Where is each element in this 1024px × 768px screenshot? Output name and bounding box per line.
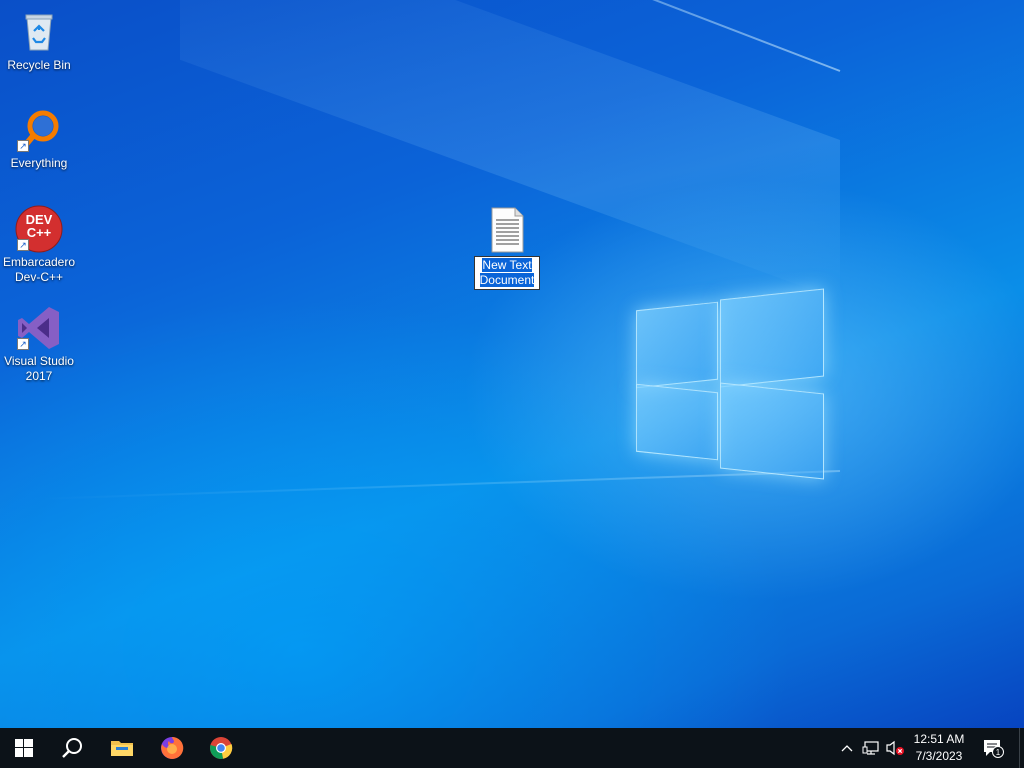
tray-overflow-button[interactable] — [838, 728, 856, 768]
shortcut-arrow-icon: ↗ — [17, 239, 29, 251]
recycle-bin-icon — [15, 8, 63, 56]
desktop-icon-dev-cpp[interactable]: DEV C++ ↗ Embarcadero Dev-C++ — [1, 205, 77, 285]
action-center-button[interactable]: 1 — [978, 728, 1008, 768]
windows-wallpaper-logo — [636, 288, 824, 480]
network-icon — [862, 741, 879, 755]
shortcut-arrow-icon: ↗ — [17, 338, 29, 350]
rename-text-field[interactable]: New Text Document — [474, 256, 540, 290]
start-button[interactable] — [0, 728, 48, 768]
visual-studio-icon: ↗ — [15, 304, 63, 352]
file-explorer-icon — [111, 741, 133, 756]
clock-time: 12:51 AM — [913, 732, 965, 746]
tray-clock[interactable]: 12:51 AM 7/3/2023 — [906, 731, 972, 765]
windows-start-icon — [15, 739, 33, 757]
desktop-icon-everything[interactable]: ↗ Everything — [1, 106, 77, 171]
everything-search-icon: ↗ — [15, 106, 63, 154]
desktop[interactable]: Recycle Bin ↗ Everything DEV C++ ↗ Embar… — [0, 0, 1024, 728]
taskbar-firefox-button[interactable] — [148, 728, 196, 768]
volume-muted-icon — [886, 740, 904, 756]
taskbar-file-explorer-button[interactable] — [98, 728, 146, 768]
dev-cpp-logo-text: DEV C++ — [25, 212, 53, 240]
clock-date: 7/3/2023 — [915, 749, 963, 763]
search-icon — [62, 738, 82, 758]
firefox-icon — [161, 736, 184, 759]
desktop-icon-label: Recycle Bin — [7, 58, 71, 72]
desktop-icon-label: Embarcadero Dev-C++ — [2, 255, 76, 284]
desktop-icon-label: Visual Studio 2017 — [4, 354, 74, 383]
desktop-icon-new-text-document[interactable]: New Text Document — [469, 206, 545, 290]
chrome-icon — [210, 737, 233, 759]
desktop-icon-recycle-bin[interactable]: Recycle Bin — [1, 8, 77, 73]
rename-text-selection: New Text Document — [479, 258, 535, 287]
chevron-up-icon — [841, 745, 853, 752]
desktop-icon-label: Everything — [10, 156, 68, 170]
search-button[interactable] — [48, 728, 96, 768]
notification-icon: 1 — [984, 740, 1004, 758]
tray-network-button[interactable] — [860, 728, 882, 768]
tray-volume-button[interactable] — [884, 728, 906, 768]
text-document-icon — [483, 206, 531, 254]
show-desktop-button[interactable] — [1019, 728, 1024, 768]
taskbar-chrome-button[interactable] — [197, 728, 245, 768]
notification-count: 1 — [996, 748, 1001, 757]
desktop-icon-visual-studio[interactable]: ↗ Visual Studio 2017 — [1, 304, 77, 384]
taskbar: 12:51 AM 7/3/2023 1 — [0, 728, 1024, 768]
shortcut-arrow-icon: ↗ — [17, 140, 29, 152]
dev-cpp-icon: DEV C++ ↗ — [15, 205, 63, 253]
